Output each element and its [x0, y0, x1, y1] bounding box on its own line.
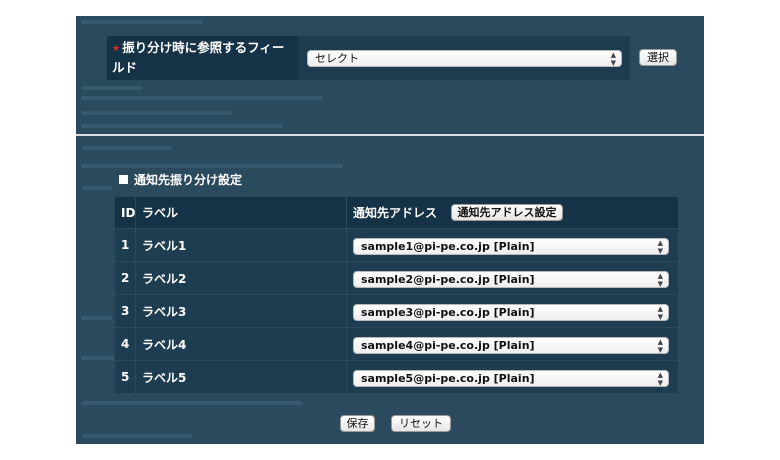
- required-marker: ★: [112, 44, 121, 54]
- row-address-cell: sample1@pi-pe.co.jp [Plain] ▲ ▼: [346, 228, 679, 262]
- save-button[interactable]: 保存: [340, 415, 375, 432]
- select-arrows-icon: ▲ ▼: [657, 271, 663, 288]
- table-row: 4 ラベル4 sample4@pi-pe.co.jp [Plain] ▲ ▼: [114, 327, 679, 361]
- divider: [76, 134, 704, 136]
- section-title-text: 通知先振り分け設定: [134, 173, 243, 187]
- address-select-value: sample4@pi-pe.co.jp [Plain]: [361, 338, 535, 352]
- settings-panel: ★ 振り分け時に参照するフィールド セレクト ▲ ▼ 選択 通知先振り分け設定 ID…: [76, 16, 704, 444]
- reference-field-label-text: 振り分け時に参照するフィールド: [112, 40, 285, 75]
- table-row: 2 ラベル2 sample2@pi-pe.co.jp [Plain] ▲ ▼: [114, 261, 679, 295]
- column-header-id: ID: [114, 196, 136, 229]
- select-arrows-icon: ▲ ▼: [657, 304, 663, 321]
- table-row: 3 ラベル3 sample3@pi-pe.co.jp [Plain] ▲ ▼: [114, 294, 679, 328]
- address-select[interactable]: sample4@pi-pe.co.jp [Plain] ▲ ▼: [353, 336, 669, 354]
- reset-button[interactable]: リセット: [391, 415, 451, 432]
- row-address-cell: sample4@pi-pe.co.jp [Plain] ▲ ▼: [346, 327, 679, 361]
- address-select[interactable]: sample3@pi-pe.co.jp [Plain] ▲ ▼: [353, 303, 669, 321]
- address-settings-button[interactable]: 通知先アドレス設定: [451, 203, 564, 221]
- square-bullet-icon: [119, 175, 128, 184]
- routing-table: ID ラベル 通知先アドレス 通知先アドレス設定 1 ラベル1 sample1@p…: [114, 196, 679, 394]
- row-id: 4: [114, 327, 136, 361]
- row-address-cell: sample2@pi-pe.co.jp [Plain] ▲ ▼: [346, 261, 679, 295]
- address-select[interactable]: sample5@pi-pe.co.jp [Plain] ▲ ▼: [353, 369, 669, 387]
- row-label: ラベル2: [135, 261, 347, 295]
- address-select[interactable]: sample2@pi-pe.co.jp [Plain] ▲ ▼: [353, 270, 669, 288]
- address-select-value: sample3@pi-pe.co.jp [Plain]: [361, 305, 535, 319]
- row-address-cell: sample5@pi-pe.co.jp [Plain] ▲ ▼: [346, 360, 679, 394]
- row-label: ラベル1: [135, 228, 347, 262]
- reference-field-cell: セレクト ▲ ▼: [298, 36, 630, 80]
- row-label: ラベル3: [135, 294, 347, 328]
- select-arrows-icon: ▲ ▼: [657, 370, 663, 387]
- column-header-address: 通知先アドレス 通知先アドレス設定: [346, 196, 679, 229]
- section-title: 通知先振り分け設定: [119, 173, 242, 187]
- select-arrows-icon: ▲ ▼: [657, 238, 663, 255]
- column-header-address-text: 通知先アドレス: [353, 205, 438, 220]
- reference-field-select[interactable]: セレクト ▲ ▼: [307, 50, 622, 67]
- row-id: 3: [114, 294, 136, 328]
- address-select-value: sample2@pi-pe.co.jp [Plain]: [361, 272, 535, 286]
- row-label: ラベル4: [135, 327, 347, 361]
- row-address-cell: sample3@pi-pe.co.jp [Plain] ▲ ▼: [346, 294, 679, 328]
- select-arrows-icon: ▲ ▼: [610, 51, 616, 67]
- address-select-value: sample1@pi-pe.co.jp [Plain]: [361, 239, 535, 253]
- table-row: 5 ラベル5 sample5@pi-pe.co.jp [Plain] ▲ ▼: [114, 360, 679, 394]
- address-select[interactable]: sample1@pi-pe.co.jp [Plain] ▲ ▼: [353, 237, 669, 255]
- select-arrows-icon: ▲ ▼: [657, 337, 663, 354]
- row-id: 5: [114, 360, 136, 394]
- table-row: 1 ラベル1 sample1@pi-pe.co.jp [Plain] ▲ ▼: [114, 228, 679, 262]
- address-select-value: sample5@pi-pe.co.jp [Plain]: [361, 371, 535, 385]
- row-id: 1: [114, 228, 136, 262]
- select-button[interactable]: 選択: [639, 49, 677, 66]
- row-label: ラベル5: [135, 360, 347, 394]
- row-id: 2: [114, 261, 136, 295]
- table-header-row: ID ラベル 通知先アドレス 通知先アドレス設定: [114, 196, 679, 229]
- reference-field-select-value: セレクト: [315, 52, 359, 65]
- column-header-label: ラベル: [135, 196, 347, 229]
- reference-field-label: ★ 振り分け時に参照するフィールド: [107, 36, 298, 80]
